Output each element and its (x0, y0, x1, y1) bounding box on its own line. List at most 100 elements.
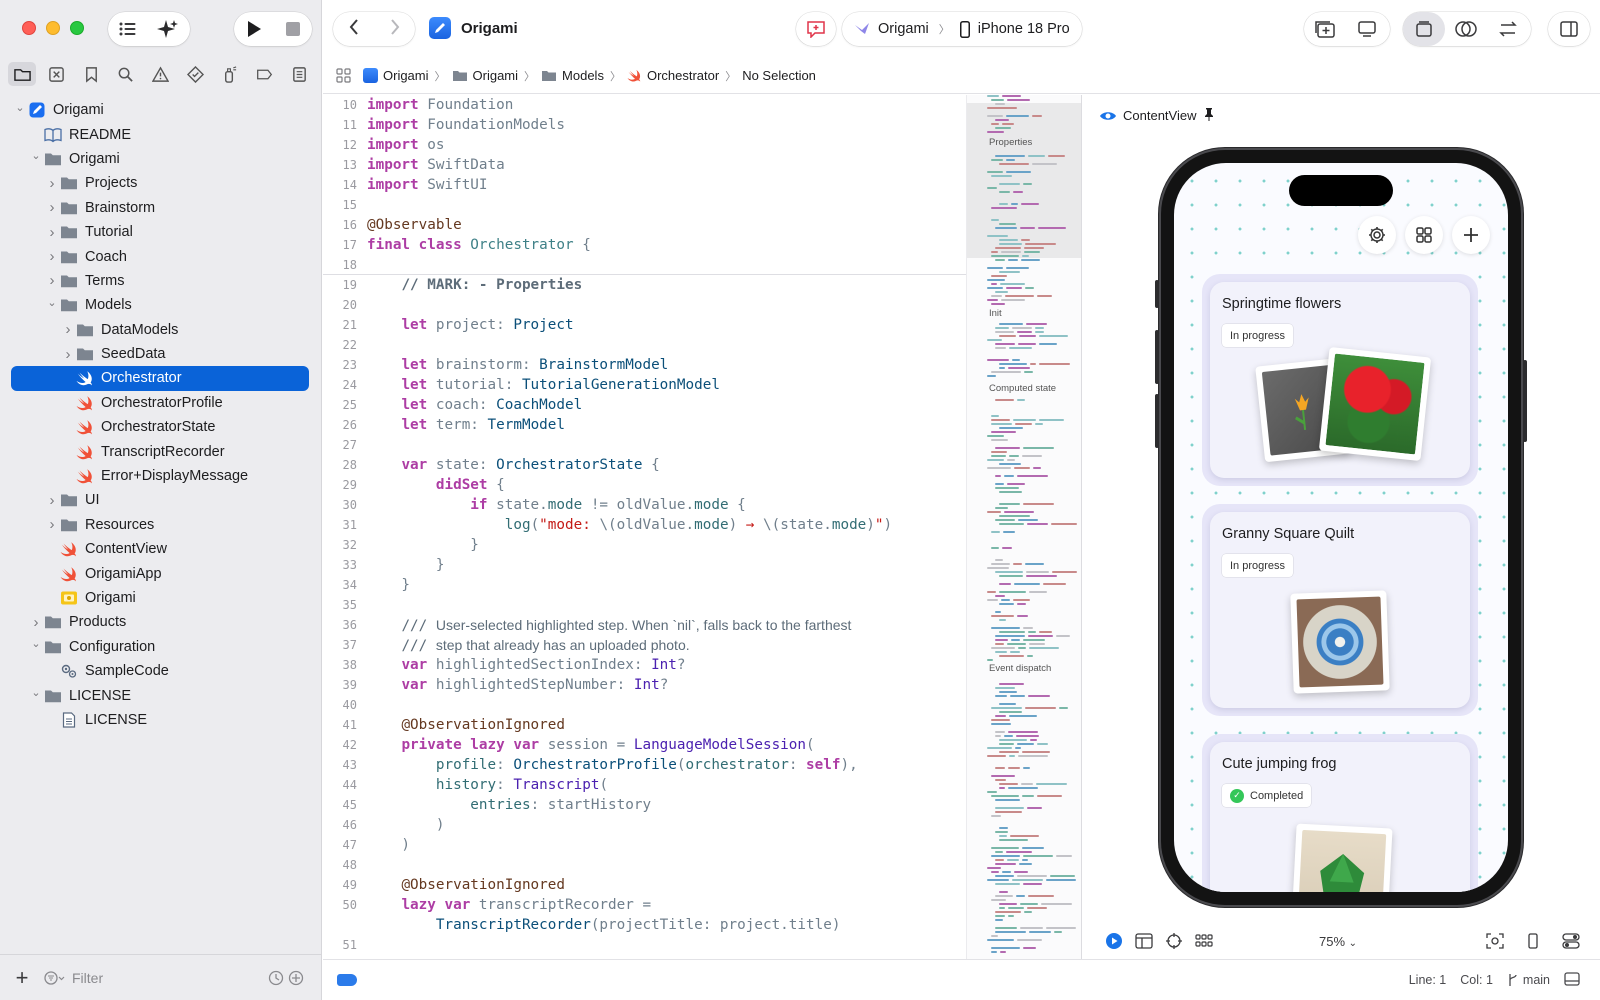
code-line[interactable]: 21 let project: Project (323, 315, 966, 335)
tree-item-contentview[interactable]: ContentView (11, 537, 309, 561)
chevron-right-icon[interactable]: › (29, 614, 43, 631)
line-number-gutter[interactable]: 31 (323, 518, 367, 532)
line-number-gutter[interactable]: 28 (323, 458, 367, 472)
issues-tab[interactable] (147, 62, 175, 86)
tree-item-coach[interactable]: › Coach (11, 244, 309, 268)
line-number-gutter[interactable]: 12 (323, 138, 367, 152)
tree-item-seeddata[interactable]: › SeedData (11, 342, 309, 366)
scheme-destination-picker[interactable]: Origami 〉 iPhone 18 Pro (842, 12, 1082, 46)
tree-item-ui[interactable]: › UI (11, 488, 309, 512)
breadcrumb-group-origami[interactable]: Origami 〉 (452, 68, 535, 84)
back-button[interactable] (349, 18, 359, 40)
related-items-button[interactable] (323, 68, 363, 83)
minimap-section-label[interactable]: Computed state (989, 383, 1056, 394)
code-line[interactable]: 17 final class Orchestrator { (323, 235, 966, 255)
tree-item-origami[interactable]: ⌄ Origami (11, 147, 309, 171)
tree-item-error-displaymessage[interactable]: Error+DisplayMessage (11, 464, 309, 488)
run-button[interactable] (234, 12, 273, 46)
tree-item-transcriptrecorder[interactable]: TranscriptRecorder (11, 439, 309, 463)
tree-item-projects[interactable]: › Projects (11, 171, 309, 195)
close-window-button[interactable] (22, 21, 36, 35)
line-number-gutter[interactable]: 16 (323, 218, 367, 232)
code-line[interactable]: 19 // MARK: - Properties (323, 275, 966, 295)
tree-item-samplecode[interactable]: SampleCode (11, 659, 309, 683)
line-number-gutter[interactable]: 30 (323, 498, 367, 512)
chevron-down-icon[interactable]: ⌄ (29, 686, 43, 700)
stop-button[interactable] (273, 12, 312, 46)
branch-indicator[interactable]: main (1507, 973, 1550, 987)
code-line[interactable]: 34 } (323, 575, 966, 595)
minimap-section-label[interactable]: Event dispatch (989, 663, 1051, 674)
line-number-gutter[interactable]: 13 (323, 158, 367, 172)
code-line[interactable]: 36 /// User-selected highlighted step. W… (323, 615, 966, 635)
code-line[interactable]: 35 (323, 595, 966, 615)
breakpoints-tab[interactable] (250, 62, 278, 86)
source-control-tab[interactable] (43, 62, 71, 86)
code-line[interactable]: 38 var highlightedSectionIndex: Int? (323, 655, 966, 675)
line-number-gutter[interactable]: 22 (323, 338, 367, 352)
line-number-gutter[interactable]: 32 (323, 538, 367, 552)
project-card[interactable]: Springtime flowers In progress (1202, 274, 1478, 486)
code-line[interactable]: TranscriptRecorder(projectTitle: project… (323, 915, 966, 935)
live-mode-button[interactable] (1099, 932, 1129, 950)
chevron-down-icon[interactable]: ⌄ (29, 637, 43, 651)
tree-item-terms[interactable]: › Terms (11, 269, 309, 293)
breadcrumb-project[interactable]: Origami 〉 (363, 68, 446, 84)
code-line[interactable]: 39 var highlightedStepNumber: Int? (323, 675, 966, 695)
code-line[interactable]: 13 import SwiftData (323, 155, 966, 175)
breadcrumb-file[interactable]: Orchestrator 〉 (627, 68, 736, 84)
tree-item-models[interactable]: ⌄ Models (11, 293, 309, 317)
line-number-gutter[interactable]: 50 (323, 898, 367, 912)
find-navigator-tab[interactable] (112, 62, 140, 86)
tree-item-products[interactable]: › Products (11, 610, 309, 634)
chevron-right-icon[interactable]: › (61, 321, 75, 338)
code-line[interactable]: 33 } (323, 555, 966, 575)
reports-tab[interactable] (285, 62, 313, 86)
tree-item-tutorial[interactable]: › Tutorial (11, 220, 309, 244)
chevron-down-icon[interactable]: ⌄ (45, 295, 59, 309)
code-line[interactable]: 16 @Observable (323, 215, 966, 235)
tree-item-license[interactable]: LICENSE (11, 708, 309, 732)
variants-button[interactable] (1189, 934, 1219, 948)
line-number-gutter[interactable]: 10 (323, 98, 367, 112)
navigator-toggle-button[interactable] (108, 12, 148, 46)
code-line[interactable]: 25 let coach: CoachModel (323, 395, 966, 415)
project-navigator-tab[interactable] (8, 62, 36, 86)
chevron-right-icon[interactable]: › (45, 516, 59, 533)
show-canvas-button[interactable] (1403, 12, 1445, 46)
code-line[interactable]: 20 (323, 295, 966, 315)
chevron-right-icon[interactable]: › (61, 346, 75, 363)
split-editor-button[interactable] (1445, 12, 1487, 46)
line-number-gutter[interactable]: 11 (323, 118, 367, 132)
code-line[interactable]: 30 if state.mode != oldValue.mode { (323, 495, 966, 515)
code-line[interactable]: 49 @ObservationIgnored (323, 875, 966, 895)
line-number-gutter[interactable]: 29 (323, 478, 367, 492)
project-card[interactable]: Granny Square Quilt In progress (1202, 504, 1478, 716)
code-line[interactable]: 10 import Foundation (323, 95, 966, 115)
debug-tab[interactable] (216, 62, 244, 86)
breakpoints-toggle[interactable] (337, 974, 357, 986)
minimap-section-label[interactable]: Init (989, 308, 1002, 319)
line-number-gutter[interactable]: 21 (323, 318, 367, 332)
chevron-right-icon[interactable]: › (45, 248, 59, 265)
chevron-right-icon[interactable]: › (45, 199, 59, 216)
line-number-gutter[interactable]: 17 (323, 238, 367, 252)
tests-tab[interactable] (181, 62, 209, 86)
tree-item-resources[interactable]: › Resources (11, 513, 309, 537)
canvas-device-button[interactable] (1346, 12, 1388, 46)
minimap[interactable]: Properties Init Computed state Event dispat… (966, 95, 1082, 959)
code-line[interactable]: 41 @ObservationIgnored (323, 715, 966, 735)
code-line[interactable]: 44 history: Transcript( (323, 775, 966, 795)
inspector-toggle-button[interactable] (1548, 12, 1590, 46)
grid-view-button[interactable] (1405, 216, 1443, 254)
line-number-gutter[interactable]: 36 (323, 618, 367, 632)
line-number-gutter[interactable]: 46 (323, 818, 367, 832)
code-line[interactable]: 28 var state: OrchestratorState { (323, 455, 966, 475)
add-project-button[interactable] (1452, 216, 1490, 254)
line-number-gutter[interactable]: 37 (323, 638, 367, 652)
breadcrumb-group-models[interactable]: Models 〉 (541, 68, 621, 84)
tree-item-origami[interactable]: Origami (11, 586, 309, 610)
chevron-right-icon[interactable]: › (45, 272, 59, 289)
snapshot-button[interactable] (1480, 933, 1510, 949)
code-line[interactable]: 43 profile: OrchestratorProfile(orchestr… (323, 755, 966, 775)
